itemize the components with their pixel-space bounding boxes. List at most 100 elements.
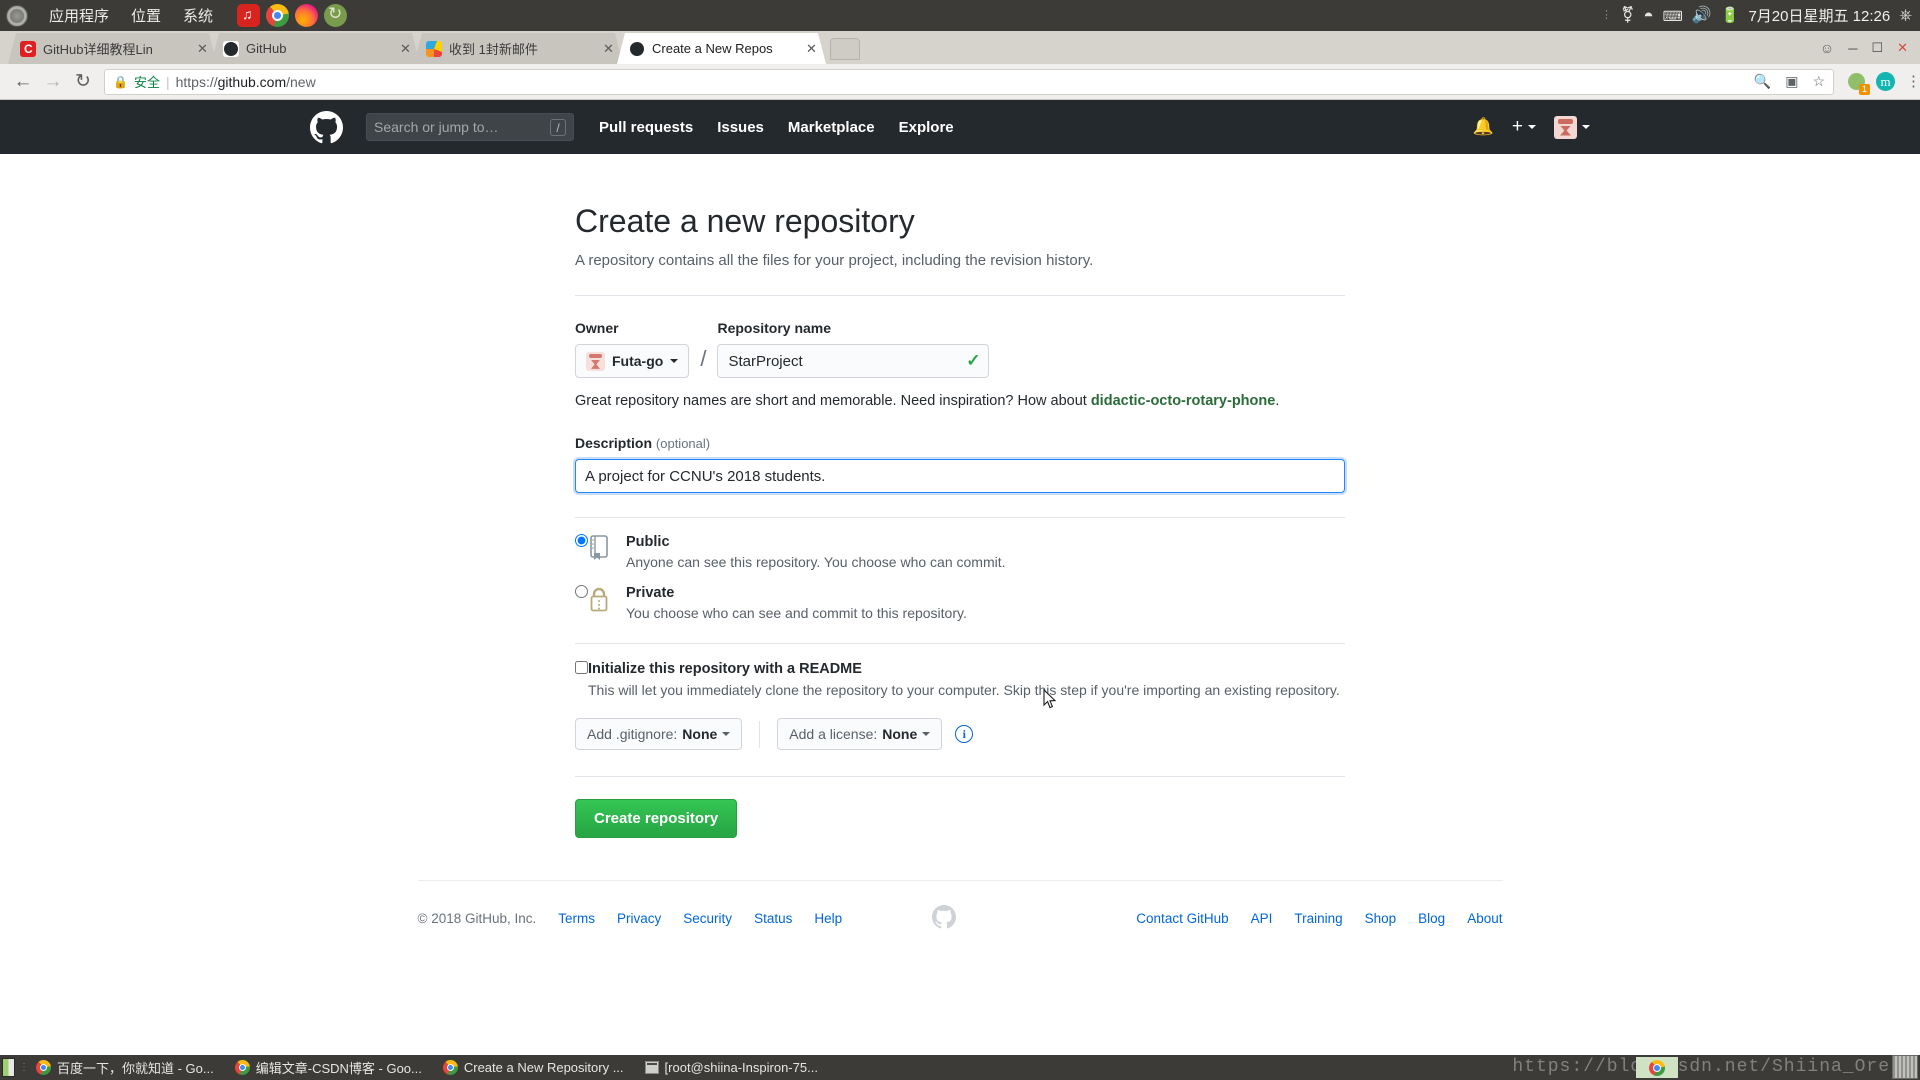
footer-link-contact[interactable]: Contact GitHub bbox=[1136, 911, 1228, 926]
menu-system[interactable]: 系统 bbox=[172, 5, 224, 26]
chrome-icon bbox=[442, 1060, 458, 1075]
url-path: /new bbox=[286, 73, 316, 90]
taskbar-item-label: 编辑文章-CSDN博客 - Goo... bbox=[255, 1061, 422, 1076]
zoom-icon[interactable]: 🔍 bbox=[1754, 73, 1771, 90]
menu-applications[interactable]: 应用程序 bbox=[38, 5, 120, 26]
sync-icon[interactable] bbox=[324, 4, 348, 27]
footer-link-status[interactable]: Status bbox=[754, 911, 792, 926]
reload-button[interactable]: ↻ bbox=[68, 67, 98, 97]
netease-music-icon[interactable] bbox=[237, 4, 261, 27]
browser-tab[interactable]: GitHub详细教程Lin ✕ bbox=[8, 33, 217, 64]
repo-name-field: Repository name ✓ bbox=[717, 320, 990, 379]
translate-icon[interactable]: ▣ bbox=[1785, 73, 1798, 90]
public-radio[interactable] bbox=[575, 534, 588, 548]
suggested-name-link[interactable]: didactic-octo-rotary-phone bbox=[1091, 393, 1275, 409]
secure-label: 安全 bbox=[133, 75, 160, 90]
firefox-icon[interactable] bbox=[295, 4, 319, 27]
footer-link-api[interactable]: API bbox=[1251, 911, 1273, 926]
license-select[interactable]: Add a license: None bbox=[777, 718, 943, 751]
tab-close-icon[interactable]: ✕ bbox=[603, 41, 615, 57]
wifi-icon[interactable]: ◓ bbox=[1643, 7, 1653, 24]
panel-clock[interactable]: 7月20日星期五 12:26 bbox=[1748, 5, 1890, 26]
forward-button[interactable]: → bbox=[38, 67, 68, 97]
nav-explore[interactable]: Explore bbox=[899, 119, 954, 136]
footer-link-about[interactable]: About bbox=[1467, 911, 1502, 926]
mendeley-icon[interactable]: m bbox=[1876, 72, 1895, 91]
show-desktop-icon[interactable] bbox=[2, 1058, 15, 1077]
nav-marketplace[interactable]: Marketplace bbox=[788, 119, 875, 136]
browser-tab-active[interactable]: Create a New Repos ✕ bbox=[617, 33, 826, 64]
taskbar-item-label: [root@shiina-Inspiron-75... bbox=[664, 1060, 818, 1075]
chevron-down-icon bbox=[1582, 125, 1590, 129]
menu-kebab-icon[interactable]: ⋮ bbox=[1906, 74, 1920, 89]
license-value: None bbox=[882, 726, 918, 743]
power-icon[interactable]: ⎈ bbox=[1899, 7, 1912, 24]
bell-icon[interactable]: 🔔 bbox=[1473, 117, 1494, 137]
taskbar-item[interactable]: 编辑文章-CSDN博客 - Goo... bbox=[234, 1058, 422, 1077]
footer-link-privacy[interactable]: Privacy bbox=[617, 911, 661, 926]
gnome-apps-icon[interactable] bbox=[6, 4, 28, 27]
profile-icon[interactable]: ☺ bbox=[1820, 40, 1834, 56]
browser-tab-strip: GitHub详细教程Lin ✕ GitHub ✕ 收到 1封新邮件 ✕ Crea… bbox=[0, 31, 1920, 64]
tab-close-icon[interactable]: ✕ bbox=[197, 41, 209, 57]
create-repository-button[interactable]: Create repository bbox=[575, 799, 738, 839]
footer-link-terms[interactable]: Terms bbox=[558, 911, 595, 926]
description-input[interactable] bbox=[575, 459, 1345, 494]
repo-name-input-wrap: ✓ bbox=[717, 344, 990, 379]
private-text: Private You choose who can see and commi… bbox=[626, 585, 967, 621]
search-input[interactable]: Search or jump to… / bbox=[366, 113, 574, 141]
chrome-icon[interactable] bbox=[266, 4, 290, 27]
bookmark-star-icon[interactable]: ☆ bbox=[1812, 73, 1825, 90]
nav-issues[interactable]: Issues bbox=[717, 119, 764, 136]
github-mark-icon[interactable] bbox=[310, 110, 343, 144]
close-button[interactable]: ✕ bbox=[1897, 40, 1908, 56]
nav-pull-requests[interactable]: Pull requests bbox=[599, 119, 693, 136]
taskbar-grip-icon: ⋮ bbox=[19, 1062, 29, 1073]
footer-link-blog[interactable]: Blog bbox=[1418, 911, 1445, 926]
extension-icon[interactable]: 1 bbox=[1848, 73, 1870, 95]
trash-icon[interactable] bbox=[1892, 1055, 1918, 1079]
tab-close-icon[interactable]: ✕ bbox=[806, 41, 818, 57]
private-radio[interactable] bbox=[575, 585, 588, 599]
maximize-button[interactable]: ☐ bbox=[1871, 40, 1883, 56]
readme-option[interactable]: Initialize this repository with a README… bbox=[575, 644, 1345, 698]
browser-tab[interactable]: 收到 1封新邮件 ✕ bbox=[414, 33, 623, 64]
footer-link-help[interactable]: Help bbox=[814, 911, 842, 926]
repo-name-input[interactable] bbox=[717, 344, 990, 379]
extension-badge: 1 bbox=[1859, 84, 1870, 95]
minimize-button[interactable]: ─ bbox=[1848, 41, 1857, 56]
browser-tab[interactable]: GitHub ✕ bbox=[211, 33, 420, 64]
chrome-icon bbox=[36, 1060, 51, 1075]
visibility-option-private[interactable]: Private You choose who can see and commi… bbox=[575, 570, 1345, 621]
back-button[interactable]: ← bbox=[8, 67, 38, 97]
battery-icon[interactable]: 🔋 bbox=[1721, 8, 1740, 23]
account-menu-button[interactable] bbox=[1554, 115, 1590, 139]
github-footer: © 2018 GitHub, Inc. Terms Privacy Securi… bbox=[417, 880, 1503, 932]
tab-close-icon[interactable]: ✕ bbox=[400, 41, 412, 57]
new-tab-button[interactable] bbox=[830, 38, 860, 60]
omnibox-divider: | bbox=[165, 73, 170, 90]
footer-link-training[interactable]: Training bbox=[1294, 911, 1342, 926]
taskbar-item[interactable]: Create a New Repository ... bbox=[442, 1060, 624, 1075]
book-icon bbox=[588, 535, 614, 566]
page-viewport: Search or jump to… / Pull requests Issue… bbox=[0, 100, 1920, 1055]
info-icon[interactable]: i bbox=[955, 725, 974, 744]
gitignore-select[interactable]: Add .gitignore: None bbox=[575, 718, 743, 751]
footer-link-shop[interactable]: Shop bbox=[1365, 911, 1397, 926]
volume-icon[interactable]: 🔊 bbox=[1692, 7, 1712, 24]
address-bar[interactable]: 🔒 安全 | https://github.com/new 🔍 ▣ ☆ bbox=[104, 68, 1834, 95]
taskbar-item[interactable]: [root@shiina-Inspiron-75... bbox=[644, 1060, 818, 1075]
owner-avatar bbox=[586, 351, 605, 371]
taskbar-item[interactable]: 百度一下，你就知道 - Go... bbox=[36, 1058, 214, 1077]
visibility-option-public[interactable]: Public Anyone can see this repository. Y… bbox=[575, 518, 1345, 570]
page-title: Create a new repository bbox=[575, 203, 915, 239]
owner-select-button[interactable]: Futa-go bbox=[575, 344, 690, 379]
readme-checkbox[interactable] bbox=[575, 661, 588, 675]
new-menu-button[interactable]: + bbox=[1512, 116, 1536, 138]
bluetooth-icon[interactable]: ⚧ bbox=[1621, 7, 1634, 24]
menu-places[interactable]: 位置 bbox=[120, 5, 172, 26]
divider bbox=[575, 776, 1345, 778]
footer-link-security[interactable]: Security bbox=[683, 911, 732, 926]
keyboard-icon[interactable]: ⌨ bbox=[1663, 9, 1683, 23]
separator-field: / bbox=[689, 320, 717, 372]
